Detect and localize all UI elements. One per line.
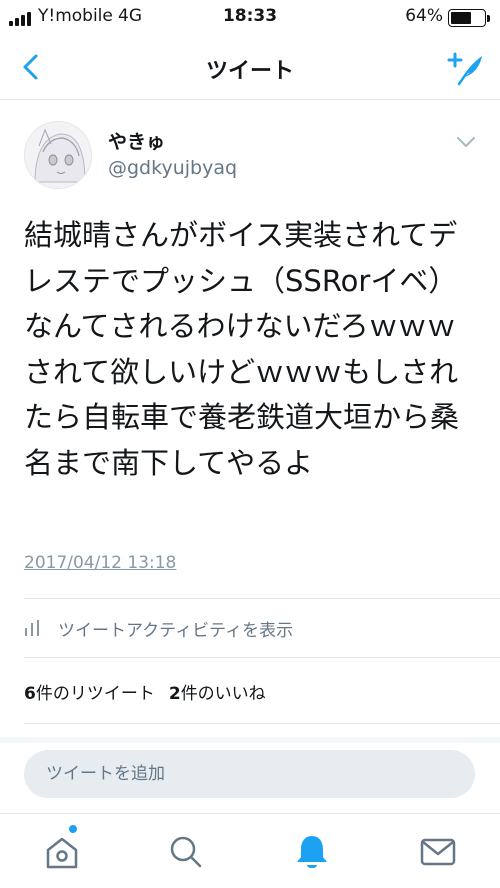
retweet-label: 件のリツイート <box>35 684 155 704</box>
like-label: 件のいいね <box>180 684 266 704</box>
activity-label: ツイートアクティビティを表示 <box>58 620 294 641</box>
home-icon <box>46 837 78 869</box>
reply-separator <box>0 737 500 743</box>
display-name[interactable]: やきゅ <box>108 127 165 154</box>
tab-home[interactable] <box>42 832 82 872</box>
retweet-count: 6 <box>24 684 36 704</box>
messages-icon <box>420 838 456 866</box>
nav-bar: ツイート <box>0 36 500 100</box>
tweet-options-button[interactable] <box>456 134 476 148</box>
retweet-count-link[interactable]: 6件のリツイート <box>24 679 155 704</box>
tweet-timestamp[interactable]: 2017/04/12 13:18 <box>24 553 176 573</box>
divider <box>24 723 500 724</box>
tweet-text: 結城晴さんがボイス実装されてデレステでプッシュ（SSRorイベ）なんてされるわけ… <box>24 218 460 480</box>
notifications-icon <box>297 836 327 868</box>
tab-notifications[interactable] <box>292 832 332 872</box>
divider <box>24 598 500 599</box>
tab-bar <box>0 813 500 888</box>
tab-messages[interactable] <box>418 832 458 872</box>
avatar[interactable] <box>24 121 92 189</box>
activity-chart-icon <box>24 620 42 636</box>
engagement-stats: 6件のリツイート 2件のいいね <box>24 679 266 704</box>
chevron-down-icon <box>457 137 475 147</box>
compose-tweet-button[interactable] <box>446 48 486 88</box>
search-icon <box>170 836 202 868</box>
battery-fill <box>451 12 472 24</box>
compose-feather-icon <box>447 52 482 86</box>
like-count-link[interactable]: 2件のいいね <box>169 679 266 704</box>
like-count: 2 <box>168 684 181 704</box>
page-title: ツイート <box>205 59 294 84</box>
user-handle[interactable]: @gdkyujbyaq <box>108 157 237 179</box>
unread-indicator-dot <box>69 825 77 833</box>
avatar-illustration-icon <box>25 122 91 188</box>
battery-percent: 64% <box>405 6 443 26</box>
reply-input[interactable]: ツイートを追加 <box>24 750 475 798</box>
tab-search[interactable] <box>166 832 206 872</box>
status-bar: Y!mobile 4G 18:33 64% <box>0 0 500 36</box>
tweet-activity-link[interactable]: ツイートアクティビティを表示 <box>24 613 293 643</box>
battery-icon <box>448 9 486 27</box>
battery-tip <box>487 15 490 22</box>
divider <box>24 657 500 658</box>
